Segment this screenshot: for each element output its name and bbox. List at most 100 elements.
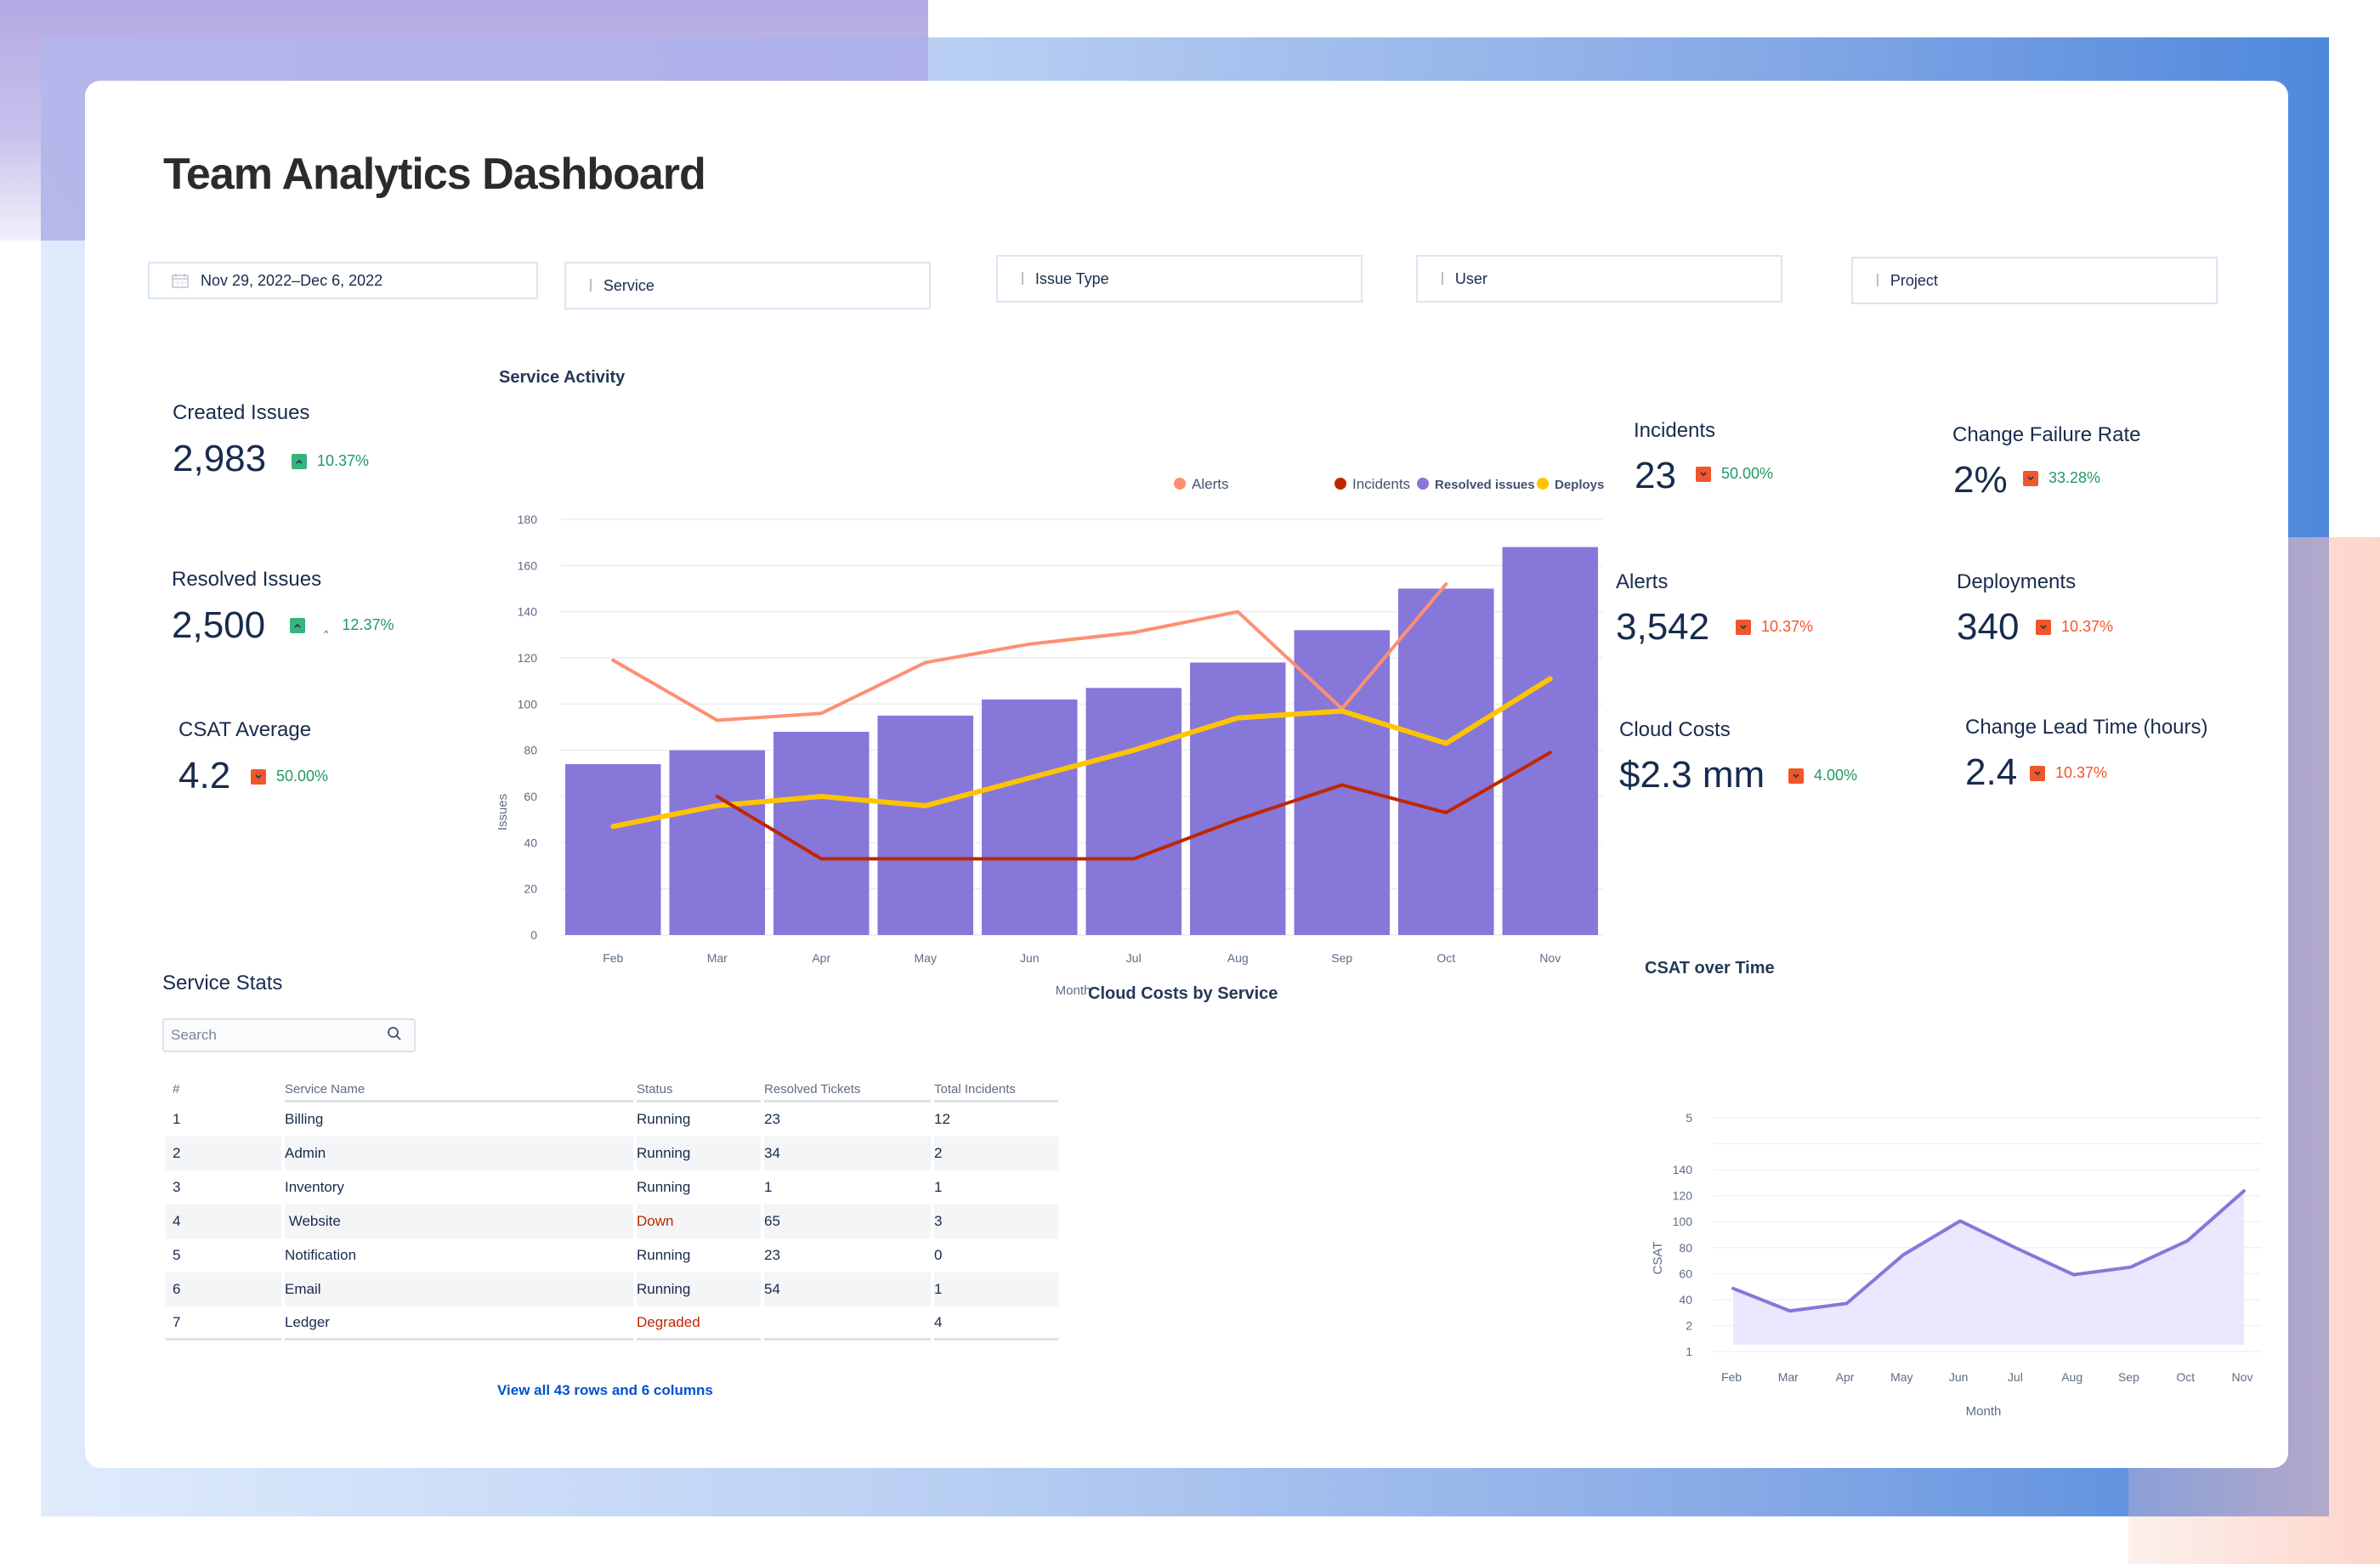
x-tick-label: Aug: [2061, 1370, 2082, 1384]
issue-type-filter[interactable]: I Issue Type: [996, 255, 1363, 303]
legend-item[interactable]: Incidents: [1334, 476, 1410, 492]
x-tick-label: Oct: [2176, 1370, 2195, 1384]
date-range-filter[interactable]: Nov 29, 2022–Dec 6, 2022: [148, 262, 538, 299]
x-tick-label: Sep: [2118, 1370, 2139, 1384]
search-input[interactable]: [171, 1027, 358, 1044]
table-row[interactable]: 1 Billing Running 23 12: [166, 1102, 1058, 1136]
x-tick-label: May: [1890, 1370, 1912, 1384]
total-incidents: 0: [934, 1247, 943, 1263]
project-filter[interactable]: I Project: [1851, 257, 2218, 304]
kpi-delta: 33.28%: [2023, 469, 2100, 487]
y-tick-label: 60: [1679, 1266, 1692, 1280]
kpi-label: Resolved Issues: [172, 568, 322, 591]
y-tick-label: 5: [1686, 1111, 1692, 1125]
legend-label: Alerts: [1192, 476, 1228, 492]
table-row[interactable]: 6 Email Running 54 1: [166, 1272, 1058, 1306]
y-tick-label: 180: [518, 513, 538, 526]
service-status: Running: [637, 1247, 691, 1263]
bar-resolved-issues: [1085, 688, 1182, 935]
legend-item[interactable]: Alerts: [1174, 476, 1228, 492]
kpi-delta-value: 50.00%: [1721, 465, 1774, 482]
trend-down-icon: [2030, 765, 2045, 781]
kpi-delta: 50.00%: [251, 768, 328, 785]
trend-down-icon: [1788, 768, 1804, 784]
user-filter[interactable]: I User: [1416, 255, 1782, 303]
x-tick-label: Apr: [812, 951, 830, 965]
resolved-tickets: 1: [764, 1179, 773, 1195]
y-tick-label: 60: [524, 790, 537, 803]
legend-label: Deploys: [1555, 478, 1604, 492]
x-tick-label: May: [915, 951, 937, 965]
date-range-value: Nov 29, 2022–Dec 6, 2022: [201, 271, 383, 289]
resolved-tickets: 23: [764, 1111, 780, 1127]
column-header[interactable]: Status: [637, 1075, 761, 1102]
y-tick-label: 40: [1679, 1293, 1692, 1306]
service-name: Ledger: [285, 1306, 633, 1340]
text-cursor-icon: I: [588, 275, 593, 296]
bar-resolved-issues: [1398, 588, 1494, 935]
y-tick-label: 80: [1679, 1241, 1692, 1255]
total-incidents: 1: [934, 1179, 943, 1195]
dashboard-card: Team Analytics Dashboard Nov 29, 2022–De…: [85, 81, 2288, 1468]
resolved-tickets: [764, 1306, 931, 1340]
trend-down-icon: [1736, 619, 1751, 635]
service-activity-title: Service Activity: [499, 368, 626, 387]
csat-area: [1733, 1191, 2244, 1345]
service-status: Degraded: [637, 1306, 761, 1340]
kpi-label: Change Lead Time (hours): [1965, 716, 2208, 739]
kpi-value: 2.4: [1965, 751, 2018, 793]
table-row[interactable]: 3 Inventory Running 1 1: [166, 1170, 1058, 1204]
row-number: 3: [173, 1179, 181, 1195]
text-cursor-icon: I: [1020, 269, 1025, 289]
kpi-value: 3,542: [1616, 606, 1710, 648]
row-number: 1: [173, 1111, 181, 1127]
service-status: Down: [637, 1204, 761, 1238]
bar-resolved-issues: [669, 750, 765, 935]
x-tick-label: Mar: [707, 951, 728, 965]
x-tick-label: Nov: [1539, 951, 1561, 965]
x-tick-label: Nov: [2232, 1370, 2253, 1384]
column-header[interactable]: Service Name: [285, 1075, 633, 1102]
column-header[interactable]: Resolved Tickets: [764, 1075, 931, 1102]
text-cursor-icon: I: [1440, 269, 1445, 289]
kpi-label: Change Failure Rate: [1952, 423, 2141, 446]
cloud-costs-by-service-title: Cloud Costs by Service: [1088, 984, 1278, 1003]
table-row[interactable]: 7 Ledger Degraded 4: [166, 1306, 1058, 1340]
service-name: Notification: [285, 1247, 357, 1263]
x-axis-label: Month: [1056, 983, 1091, 998]
service-filter[interactable]: I Service: [564, 262, 931, 309]
kpi-value: 2,983: [173, 438, 267, 479]
y-tick-label: 120: [518, 651, 538, 665]
kpi-value: $2.3 mm: [1619, 754, 1765, 796]
view-all-rows-link[interactable]: View all 43 rows and 6 columns: [497, 1382, 713, 1399]
service-name: Inventory: [285, 1179, 344, 1195]
search-icon[interactable]: [387, 1026, 402, 1046]
column-header[interactable]: Total Incidents: [934, 1075, 1058, 1102]
legend-item[interactable]: Resolved issues: [1417, 478, 1535, 492]
kpi-delta: 10.37%: [1736, 618, 1813, 636]
legend-label: Incidents: [1352, 476, 1410, 492]
y-tick-label: 1: [1686, 1345, 1692, 1358]
kpi-label: CSAT Average: [178, 718, 312, 741]
table-row[interactable]: 4 Website Down 65 3: [166, 1204, 1058, 1238]
kpi-value: 2,500: [172, 604, 266, 646]
column-header[interactable]: #: [166, 1075, 281, 1102]
y-tick-label: 140: [518, 605, 538, 619]
x-tick-label: Jun: [1020, 951, 1040, 965]
bar-resolved-issues: [774, 731, 870, 935]
legend-marker: [1417, 478, 1429, 490]
y-tick-label: 160: [518, 558, 538, 572]
legend-item[interactable]: Deploys: [1537, 478, 1604, 492]
bar-resolved-issues: [877, 715, 973, 935]
service-status: Running: [637, 1136, 761, 1170]
search-box[interactable]: [162, 1018, 416, 1052]
kpi-value: 340: [1957, 606, 2020, 648]
table-row[interactable]: 2 Admin Running 34 2: [166, 1136, 1058, 1170]
resolved-tickets: 65: [764, 1204, 931, 1238]
table-row[interactable]: 5 Notification Running 23 0: [166, 1238, 1058, 1272]
kpi-delta: ‸ 12.37%: [290, 616, 394, 634]
kpi-delta: 10.37%: [2036, 618, 2113, 636]
service-name: Email: [285, 1272, 633, 1306]
y-tick-label: 100: [518, 697, 538, 711]
service-status: Running: [637, 1179, 691, 1195]
